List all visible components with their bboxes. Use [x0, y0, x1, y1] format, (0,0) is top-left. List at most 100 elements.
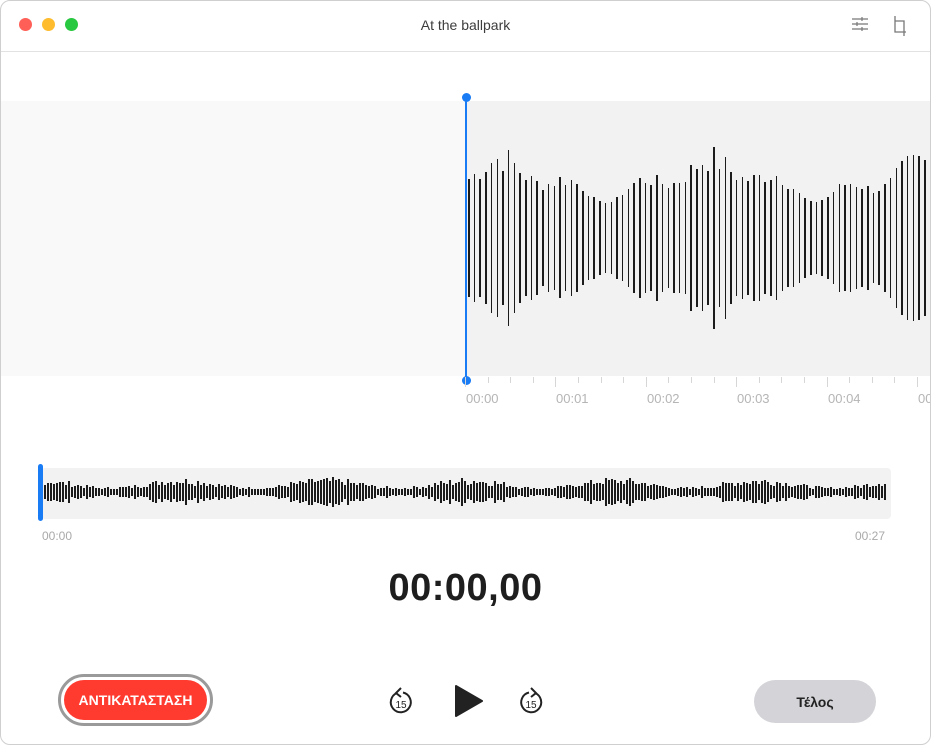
waveform-bar: [747, 181, 749, 295]
overview-playhead[interactable]: [38, 464, 43, 521]
done-button[interactable]: Τέλος: [754, 680, 876, 723]
waveform-bar: [515, 486, 517, 498]
waveform-bar: [113, 489, 115, 495]
waveform-bar: [519, 172, 521, 304]
waveform-bar: [507, 150, 510, 326]
waveform-bar: [239, 488, 241, 496]
waveform-bar: [509, 485, 511, 499]
waveform-bar: [752, 481, 754, 503]
waveform-bar: [227, 487, 229, 497]
crop-icon[interactable]: [892, 15, 908, 37]
waveform-bar: [830, 487, 832, 497]
waveform-bar: [236, 486, 238, 497]
waveform-bar: [918, 156, 920, 320]
waveform-bar: [730, 171, 732, 305]
sliders-icon[interactable]: [851, 15, 869, 33]
waveform-bar: [140, 487, 142, 497]
waveform-bar: [776, 482, 778, 502]
waveform-bar: [314, 482, 316, 502]
waveform-bar: [758, 174, 761, 302]
waveform-bar: [584, 482, 586, 502]
waveform-bar: [212, 484, 214, 500]
waveform-bar: [116, 489, 118, 495]
waveform-bar: [86, 484, 88, 500]
waveform-bar: [170, 481, 172, 503]
waveform-bar: [407, 488, 409, 496]
waveform-bar: [203, 483, 205, 501]
waveform-bar: [576, 183, 578, 293]
waveform-bar: [582, 191, 584, 285]
waveform-bar: [218, 483, 220, 501]
waveform-bar: [221, 485, 223, 499]
waveform-bar: [680, 487, 682, 497]
waveform-bar: [242, 488, 244, 496]
waveform-bar: [50, 482, 52, 502]
waveform-bar: [539, 488, 541, 496]
playhead[interactable]: [465, 98, 467, 381]
waveform-bar: [560, 485, 562, 499]
waveform-bar: [806, 484, 808, 500]
waveform-bar: [804, 198, 806, 278]
waveform-bar: [395, 487, 397, 497]
waveform-bar: [559, 177, 561, 299]
waveform-bar: [155, 480, 157, 504]
waveform-bar: [527, 486, 529, 498]
replace-button[interactable]: ΑΝΤΙΚΑΤΑΣΤΑΣΗ: [58, 674, 213, 726]
waveform-bar: [383, 487, 385, 497]
waveform-bar: [878, 191, 880, 285]
skip-forward-15-icon[interactable]: 15: [517, 687, 545, 717]
waveform-bar: [716, 486, 718, 498]
waveform-bar: [200, 485, 202, 499]
waveform-bar: [641, 483, 643, 501]
waveform-bar: [506, 486, 508, 498]
playhead-top-handle[interactable]: [461, 93, 471, 102]
waveform-bar: [590, 479, 592, 505]
waveform-bar: [833, 489, 835, 495]
waveform-bar: [269, 487, 271, 497]
play-icon[interactable]: [453, 684, 483, 718]
waveform-bar: [542, 189, 544, 287]
waveform-bar: [311, 478, 313, 506]
waveform-bar: [191, 484, 193, 500]
waveform-bar: [95, 487, 97, 497]
waveform-bar: [233, 486, 235, 498]
waveform-bar: [512, 487, 514, 497]
waveform-unplayed-area: [1, 101, 466, 376]
waveform-bar: [872, 485, 874, 499]
waveform-bar: [299, 480, 301, 504]
waveform-bar: [770, 179, 772, 297]
skip-back-15-icon[interactable]: 15: [387, 687, 415, 717]
waveform-bar: [696, 168, 698, 308]
waveform-bar: [719, 486, 721, 498]
waveform-bar: [350, 482, 352, 502]
waveform-bar: [674, 488, 676, 495]
waveform-bar: [362, 483, 364, 501]
waveform-bar: [554, 487, 556, 497]
waveform-bar: [473, 481, 475, 503]
waveform-bar: [564, 184, 567, 292]
waveform-bar: [779, 482, 781, 502]
waveform-bar: [284, 485, 286, 499]
waveform-bar: [764, 480, 766, 504]
waveform-bar: [875, 485, 877, 499]
waveform-bar: [701, 165, 704, 311]
waveform-bar: [653, 483, 655, 501]
waveform-bar: [320, 479, 322, 505]
waveform-bar: [848, 487, 850, 497]
waveform-bar: [164, 485, 166, 499]
waveform-bar: [65, 485, 67, 499]
waveform-bar: [275, 486, 277, 498]
waveform-bar: [557, 486, 559, 498]
waveform-bar: [329, 480, 331, 504]
waveform-bar: [713, 488, 715, 496]
waveform-bar: [684, 182, 687, 294]
ruler-tick: [532, 377, 534, 383]
waveform-bar: [761, 480, 763, 504]
waveform-bar: [296, 483, 298, 501]
waveform-bar: [377, 488, 379, 496]
playhead-bottom-handle[interactable]: [461, 376, 471, 385]
waveform-bar: [530, 176, 533, 300]
waveform-bar: [455, 483, 457, 501]
waveform-bar: [371, 484, 373, 500]
waveform-bar: [849, 184, 852, 292]
